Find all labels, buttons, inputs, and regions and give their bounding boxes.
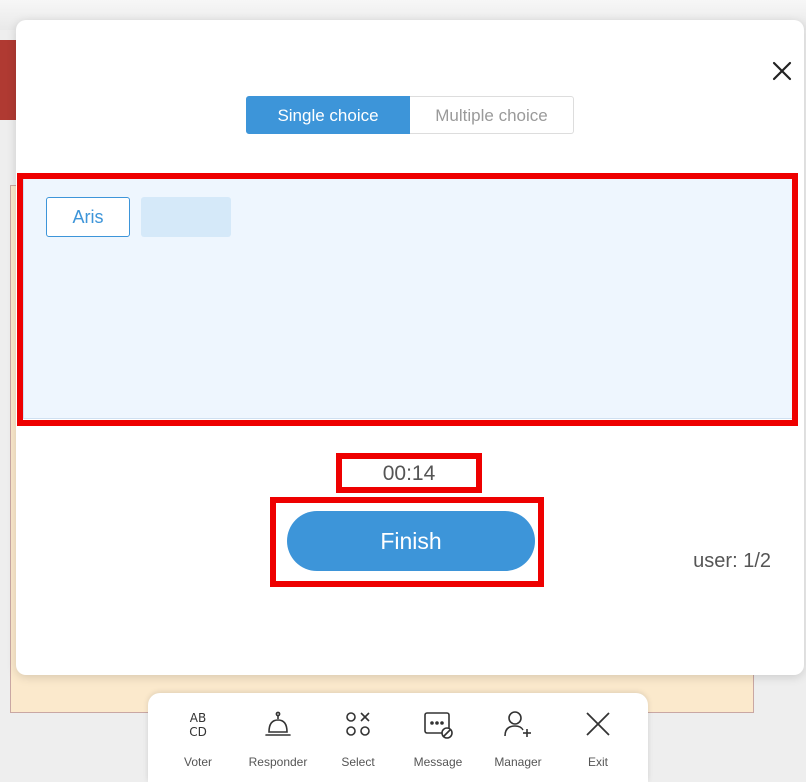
tool-label: Exit [587,755,608,769]
svg-text:AB: AB [190,711,206,725]
close-icon [586,712,610,736]
exit-button[interactable]: Exit [563,693,633,782]
bottom-toolbar: AB CD Voter Responder Select Message Man… [148,693,648,782]
close-icon [772,61,792,81]
response-chip[interactable]: Aris [46,197,130,237]
response-chip-empty [141,197,231,237]
mode-toggle: Single choice Multiple choice [246,96,574,134]
tool-label: Manager [494,755,542,769]
svg-text:CD: CD [189,725,207,739]
message-button[interactable]: Message [403,693,473,782]
user-count: user: 1/2 [693,550,771,572]
select-button[interactable]: Select [323,693,393,782]
add-user-icon [504,711,531,737]
message-icon [424,712,453,739]
finish-button[interactable]: Finish [287,511,535,571]
abcd-icon: AB CD [189,711,207,739]
voter-button[interactable]: AB CD Voter [163,693,233,782]
responder-button[interactable]: Responder [243,693,313,782]
bell-icon [265,711,291,736]
timer: 00:14 [382,462,436,485]
close-button[interactable] [768,57,796,85]
tab-single-choice[interactable]: Single choice [246,96,410,134]
tool-label: Message [413,755,463,769]
tool-label: Voter [183,755,213,769]
responses-panel: user: 1/2 [23,177,794,572]
tool-label: Responder [248,755,308,769]
select-icon [346,712,370,736]
tool-label: Select [341,755,375,769]
tab-multiple-choice[interactable]: Multiple choice [410,96,574,134]
manager-button[interactable]: Manager [483,693,553,782]
